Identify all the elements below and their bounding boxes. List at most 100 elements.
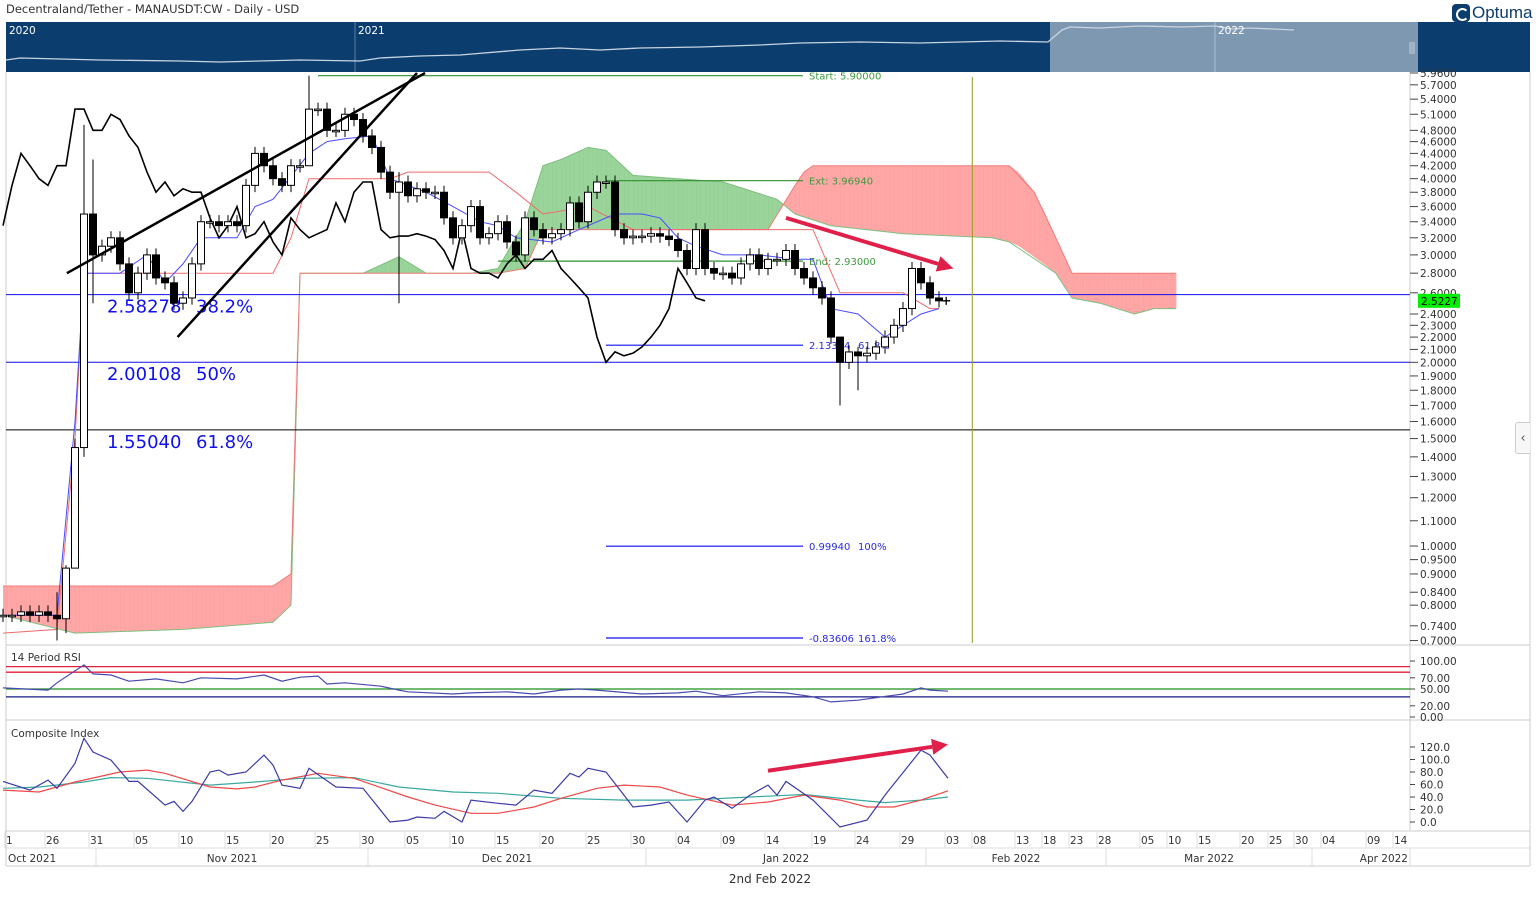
trendline[interactable] [176, 72, 418, 338]
date-tick-label: 10 [1168, 835, 1181, 847]
cloud-segment [1143, 273, 1147, 313]
price-tick-label: 1.6000 [1420, 416, 1457, 428]
cloud-segment [939, 165, 944, 236]
cloud-segment [903, 165, 908, 234]
kijun-sen-line [2, 171, 939, 634]
cloud-segment [210, 585, 215, 628]
collapse-panel-button[interactable]: ‹ [1515, 422, 1530, 454]
price-axis[interactable]: 5.96005.7000 5.4000 5.1000 4.80004.60004.40… [1410, 68, 1460, 648]
cloud-segment [736, 186, 742, 230]
cloud-segment [129, 585, 134, 632]
cloud-segment [732, 184, 737, 230]
cloud-segment [205, 585, 211, 628]
cloud-segment [106, 585, 112, 633]
fib-value-label: 2.00108 [107, 364, 181, 385]
fib-extension-label: 0.99940 [809, 542, 850, 553]
cloud-segment [750, 190, 755, 230]
cloud-segment [1134, 273, 1140, 315]
rsi-tick-label: 100.00 [1420, 656, 1457, 668]
cloud-segment [79, 585, 85, 633]
date-tick-label: 28 [1098, 835, 1111, 847]
cloud-segment [849, 165, 854, 229]
candle-up [71, 447, 79, 569]
candle-up [584, 191, 592, 223]
fib-extension-percent: 161.8% [858, 634, 896, 645]
candle-down [449, 217, 457, 239]
date-tick-label: 25 [316, 835, 329, 847]
cloud-segment [646, 176, 652, 230]
price-tick-label: 0.7000 [1420, 636, 1457, 648]
cloud-segment [898, 165, 904, 234]
price-tick-label: 1.1000 [1420, 516, 1457, 528]
cloud-segment [124, 585, 130, 632]
cloud-segment [1153, 273, 1157, 309]
cloud-segment [996, 165, 1002, 240]
cloud-segment [1097, 273, 1101, 304]
navigator[interactable]: 2020 2021 2022 [5, 22, 1530, 72]
price-tick-label: 1.0000 [1420, 541, 1457, 553]
cloud-segment [1013, 168, 1019, 246]
cloud-segment [1074, 273, 1078, 300]
cloud-segment [1077, 273, 1081, 300]
date-tick-label: 1 [6, 835, 13, 847]
rsi-panel-title: 14 Period RSI [11, 652, 81, 664]
cloud-segment [156, 585, 161, 631]
cloud-segment [880, 165, 886, 232]
navigator-background-right [1418, 22, 1530, 72]
cloud-segment [561, 157, 566, 230]
date-tick-label: 31 [90, 835, 103, 847]
date-tick-label: 08 [973, 835, 986, 847]
price-tick-label: 3.4000 [1420, 217, 1457, 229]
cloud-segment [1005, 165, 1010, 242]
bearish-divergence-arrow-head [935, 256, 954, 272]
cloud-segment [97, 585, 103, 633]
cloud-segment [687, 179, 692, 230]
cloud-segment [840, 165, 845, 228]
navigator-drag-handle[interactable] [1409, 42, 1415, 54]
candle-down [44, 611, 52, 616]
candle-down [152, 254, 160, 279]
cloud-segment [1117, 273, 1122, 310]
cloud-segment [102, 585, 107, 633]
cloud-segment [664, 177, 670, 230]
candle-down [755, 254, 763, 269]
candle-up [899, 308, 907, 326]
candle-up [773, 258, 781, 262]
cloud-segment [669, 177, 674, 230]
candle-up [413, 188, 421, 197]
trendline[interactable] [66, 71, 426, 275]
date-tick-label: 05 [135, 835, 148, 847]
cloud-segment [151, 585, 157, 631]
cloud-segment [39, 585, 44, 626]
cloud-segment [1020, 175, 1024, 250]
date-tick-label: 19 [813, 835, 826, 847]
date-tick-label: 14 [1394, 835, 1408, 847]
candle-down [827, 297, 835, 338]
cloud-segment [956, 165, 960, 237]
cloud-segment [1094, 273, 1098, 303]
composite-series-2 [2, 776, 949, 804]
cloud-segment [709, 180, 715, 230]
cloud-segment [862, 165, 868, 230]
candle-up [602, 181, 610, 184]
candlesticks [0, 75, 943, 641]
cloud-segment [228, 585, 233, 626]
candle-up [197, 221, 205, 265]
candle-up [881, 336, 889, 348]
date-tick-label: 05 [1141, 835, 1154, 847]
chart-canvas[interactable]: 2020 2021 2022 2.58278 38.2%2.00108 50%1.5… [0, 0, 1536, 899]
candle-up [548, 233, 556, 239]
price-tick-label: 5.4000 [1420, 94, 1457, 106]
cloud-segment [219, 585, 224, 627]
composite-tick-label: 60.0 [1420, 780, 1443, 792]
price-tick-label: 5.9600 [1420, 68, 1457, 80]
cloud-segment [1173, 273, 1177, 309]
date-tick-label: 04 [677, 835, 691, 847]
candle-up [890, 324, 898, 338]
cloud-segment [223, 585, 229, 627]
candle-up [566, 202, 574, 231]
candle-up [485, 233, 493, 239]
price-tick-label: 0.8000 [1420, 600, 1457, 612]
candle-up [395, 181, 403, 193]
candle-down [539, 229, 547, 239]
